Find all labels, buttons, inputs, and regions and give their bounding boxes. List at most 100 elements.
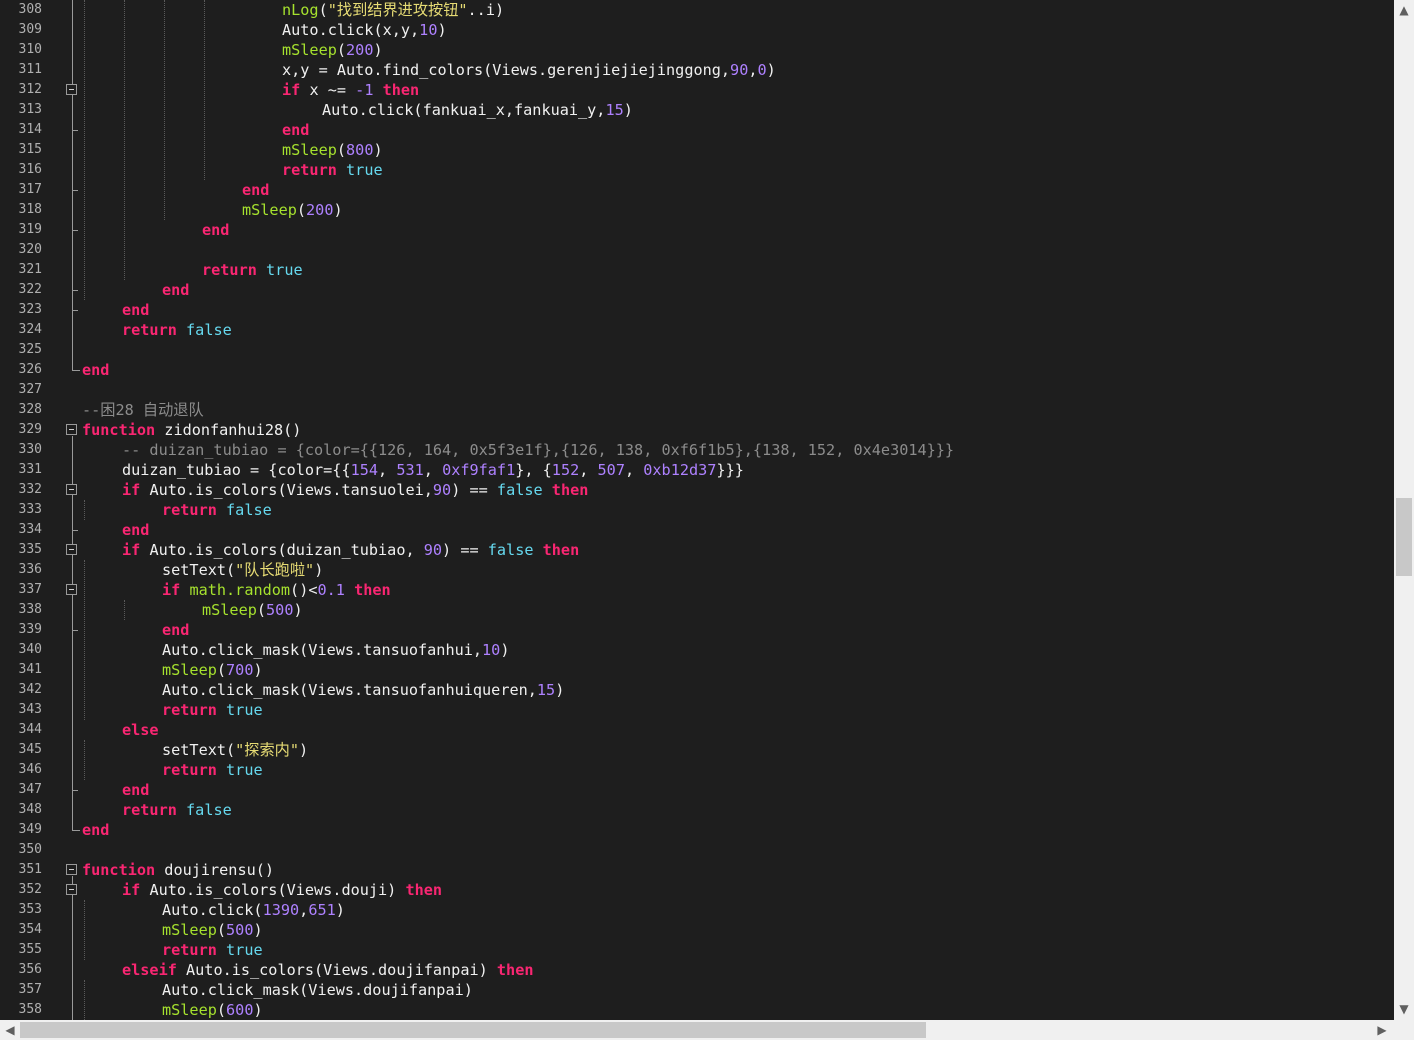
code-line[interactable]: 308 nLog("找到结界进攻按钮"..i) [0, 0, 1394, 20]
fold-collapse-icon[interactable] [66, 424, 77, 435]
code-line[interactable]: 357 Auto.click_mask(Views.doujifanpai) [0, 980, 1394, 1000]
code-line[interactable]: 322 end [0, 280, 1394, 300]
code-line[interactable]: 327 [0, 380, 1394, 400]
code-text: Auto.click(x,y,10) [282, 20, 447, 40]
code-line[interactable]: 344 else [0, 720, 1394, 740]
code-text: Auto.click_mask(Views.tansuofanhui,10) [162, 640, 509, 660]
code-line[interactable]: 318 mSleep(200) [0, 200, 1394, 220]
code-line[interactable]: 326 end [0, 360, 1394, 380]
code-editor[interactable]: 308 nLog("找到结界进攻按钮"..i) 309 Auto.click(x,y,… [0, 0, 1394, 1020]
code-line[interactable]: 352 if Auto.is_colors(Views.douji) then [0, 880, 1394, 900]
code-text: setText("探索内") [162, 740, 308, 760]
code-line[interactable]: 321 return true [0, 260, 1394, 280]
code-token-fn: mSleep [282, 141, 337, 159]
code-line[interactable]: 345 setText("探索内") [0, 740, 1394, 760]
code-line[interactable]: 346 return true [0, 760, 1394, 780]
code-line[interactable]: 347 end [0, 780, 1394, 800]
vertical-scrollbar[interactable]: ▲ ▼ [1394, 0, 1414, 1020]
code-line[interactable]: 333 return false [0, 500, 1394, 520]
code-token-num: 500 [226, 921, 254, 939]
line-number: 322 [18, 282, 42, 297]
code-line[interactable]: 337 if math.random()<0.1 then [0, 580, 1394, 600]
code-token-op: ( [373, 21, 383, 39]
code-line[interactable]: 339 end [0, 620, 1394, 640]
code-line[interactable]: 317 end [0, 180, 1394, 200]
code-token-fn: mSleep [162, 661, 217, 679]
code-token-kw: if [122, 881, 141, 899]
line-number: 349 [18, 822, 42, 837]
line-number: 315 [18, 142, 42, 157]
code-text: mSleep(800) [282, 140, 383, 160]
code-line[interactable]: 312 if x ~= -1 then [0, 80, 1394, 100]
code-line[interactable]: 355 return true [0, 940, 1394, 960]
code-line[interactable]: 356 elseif Auto.is_colors(Views.doujifanp… [0, 960, 1394, 980]
code-line[interactable]: 328 --困28 自动退队 [0, 400, 1394, 420]
code-line[interactable]: 358 mSleep(600) [0, 1000, 1394, 1020]
code-line[interactable]: 336 setText("队长跑啦") [0, 560, 1394, 580]
code-line[interactable]: 330 -- duizan_tubiao = {color={{126, 164,… [0, 440, 1394, 460]
code-token-id [217, 701, 226, 719]
fold-collapse-icon[interactable] [66, 884, 77, 895]
code-token-op: ( [336, 41, 347, 59]
fold-collapse-icon[interactable] [66, 584, 77, 595]
code-line[interactable]: 324 return false [0, 320, 1394, 340]
line-number: 313 [18, 102, 42, 117]
chevron-up-icon[interactable]: ▲ [1398, 4, 1410, 16]
line-number: 321 [18, 262, 42, 277]
code-line[interactable]: 350 [0, 840, 1394, 860]
code-line[interactable]: 314 end [0, 120, 1394, 140]
code-text: if Auto.is_colors(Views.tansuolei,90) ==… [122, 480, 588, 500]
line-number: 334 [18, 522, 42, 537]
code-line[interactable]: 334 end [0, 520, 1394, 540]
code-line[interactable]: 323 end [0, 300, 1394, 320]
vertical-scroll-thumb[interactable] [1396, 498, 1412, 576]
fold-collapse-icon[interactable] [66, 484, 77, 495]
code-line[interactable]: 335 if Auto.is_colors(duizan_tubiao, 90) … [0, 540, 1394, 560]
code-line[interactable]: 341 mSleep(700) [0, 660, 1394, 680]
code-token-id: }, { [515, 461, 552, 479]
code-line[interactable]: 315 mSleep(800) [0, 140, 1394, 160]
code-line[interactable]: 331 duizan_tubiao = {color={{154, 531, 0x… [0, 460, 1394, 480]
code-text: x,y = Auto.find_colors(Views.gerenjiejie… [282, 60, 776, 80]
line-number: 314 [18, 122, 42, 137]
chevron-right-icon[interactable]: ▶ [1376, 1024, 1388, 1036]
code-text: return false [122, 320, 232, 340]
code-line[interactable]: 309 Auto.click(x,y,10) [0, 20, 1394, 40]
chevron-left-icon[interactable]: ◀ [4, 1024, 16, 1036]
code-line[interactable]: 311 x,y = Auto.find_colors(Views.gerenjie… [0, 60, 1394, 80]
line-number: 329 [18, 422, 42, 437]
code-line[interactable]: 316 return true [0, 160, 1394, 180]
code-line[interactable]: 338 mSleep(500) [0, 600, 1394, 620]
code-line[interactable]: 313 Auto.click(fankuai_x,fankuai_y,15) [0, 100, 1394, 120]
code-line[interactable]: 343 return true [0, 700, 1394, 720]
chevron-down-icon[interactable]: ▼ [1398, 1003, 1410, 1015]
horizontal-scrollbar[interactable]: ◀ ▶ [0, 1020, 1394, 1040]
code-text: return true [162, 700, 263, 720]
code-token-id: doujirensu() [155, 861, 275, 879]
fold-collapse-icon[interactable] [66, 864, 77, 875]
fold-collapse-icon[interactable] [66, 84, 77, 95]
code-token-kw: then [551, 481, 589, 499]
code-line[interactable]: 353 Auto.click(1390,651) [0, 900, 1394, 920]
code-line[interactable]: 319 end [0, 220, 1394, 240]
code-token-id: , [624, 461, 644, 479]
code-line[interactable]: 340 Auto.click_mask(Views.tansuofanhui,10… [0, 640, 1394, 660]
code-line[interactable]: 310 mSleep(200) [0, 40, 1394, 60]
code-line[interactable]: 320 [0, 240, 1394, 260]
line-number: 344 [18, 722, 42, 737]
code-token-id [217, 501, 226, 519]
code-line[interactable]: 329 function zidonfanhui28() [0, 420, 1394, 440]
horizontal-scroll-thumb[interactable] [20, 1022, 926, 1038]
code-line[interactable]: 348 return false [0, 800, 1394, 820]
code-token-bool: true [226, 761, 263, 779]
line-number: 351 [18, 862, 42, 877]
code-token-id: i [485, 1, 495, 19]
code-token-id: , [579, 461, 598, 479]
code-line[interactable]: 342 Auto.click_mask(Views.tansuofanhuique… [0, 680, 1394, 700]
code-line[interactable]: 349 end [0, 820, 1394, 840]
code-line[interactable]: 354 mSleep(500) [0, 920, 1394, 940]
fold-collapse-icon[interactable] [66, 544, 77, 555]
code-line[interactable]: 332 if Auto.is_colors(Views.tansuolei,90)… [0, 480, 1394, 500]
code-line[interactable]: 325 [0, 340, 1394, 360]
code-line[interactable]: 351 function doujirensu() [0, 860, 1394, 880]
